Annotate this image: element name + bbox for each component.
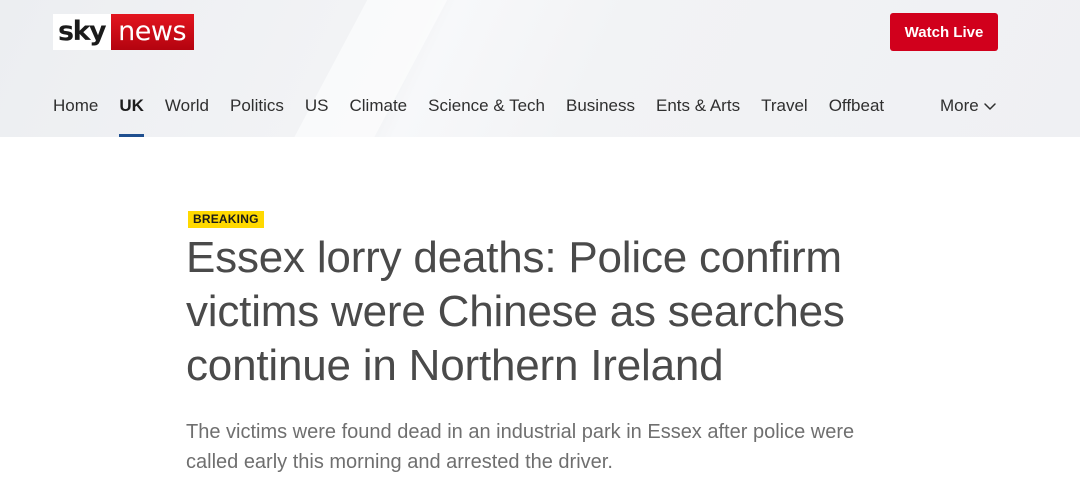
nav-item-travel[interactable]: Travel (761, 93, 808, 137)
more-menu-button[interactable]: More (940, 93, 997, 119)
chevron-down-icon (983, 103, 996, 110)
nav-item-ents-arts[interactable]: Ents & Arts (656, 93, 740, 137)
nav-item-science-tech[interactable]: Science & Tech (428, 93, 545, 137)
breaking-badge: BREAKING (188, 211, 264, 228)
sky-news-logo[interactable]: sky news (53, 14, 195, 50)
watch-live-button[interactable]: Watch Live (890, 13, 998, 51)
main-nav: Home UK World Politics US Climate Scienc… (53, 93, 905, 137)
article-standfirst: The victims were found dead in an indust… (186, 421, 855, 473)
logo-sky-text: sky (53, 14, 112, 50)
nav-item-business[interactable]: Business (566, 93, 635, 137)
nav-item-offbeat[interactable]: Offbeat (829, 93, 884, 137)
nav-item-home[interactable]: Home (53, 93, 98, 137)
more-label: More (940, 96, 979, 115)
nav-item-politics[interactable]: Politics (230, 93, 284, 137)
nav-item-world[interactable]: World (165, 93, 209, 137)
nav-item-climate[interactable]: Climate (350, 93, 408, 137)
logo-news-text: news (111, 14, 195, 50)
nav-item-uk[interactable]: UK (119, 93, 144, 137)
article-headline: Essex lorry deaths: Police confirm victi… (186, 233, 845, 390)
site-header: sky news Watch Live Home UK World Politi… (0, 0, 1080, 137)
nav-item-us[interactable]: US (305, 93, 329, 137)
